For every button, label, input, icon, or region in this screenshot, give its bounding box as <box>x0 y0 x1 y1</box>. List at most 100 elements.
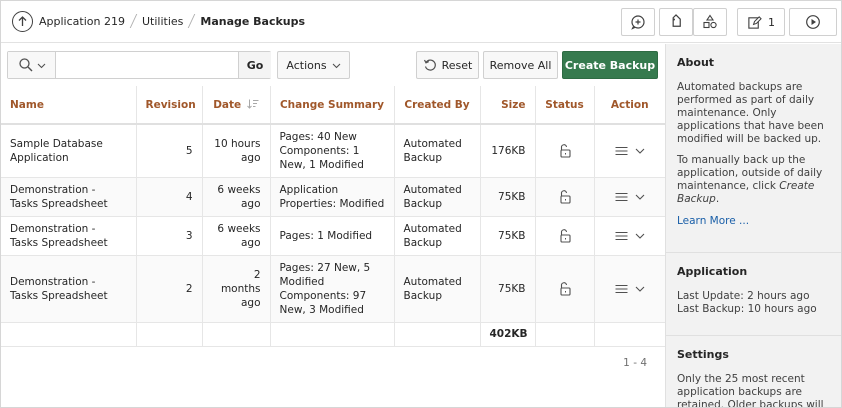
cell-name: Demonstration - Tasks Spreadsheet <box>1 255 137 323</box>
learn-more-link[interactable]: Learn More ... <box>677 215 749 227</box>
hamburger-menu-icon <box>615 146 628 155</box>
edit-count: 1 <box>768 15 775 29</box>
actions-menu-button[interactable]: Actions <box>277 51 350 79</box>
backups-report: Name Revision Date Change Summary Create… <box>1 86 665 407</box>
cell-status <box>535 216 595 256</box>
play-icon <box>806 15 820 29</box>
chevron-down-icon <box>635 148 645 154</box>
application-section: Application Last Update: 2 hours ago Las… <box>666 253 841 336</box>
col-header-date-label: Date <box>213 98 242 111</box>
cell-status <box>535 124 595 178</box>
cell-change-summary: Pages: 1 Modified <box>270 216 395 256</box>
cell-revision: 5 <box>136 124 203 178</box>
search-icon <box>19 58 33 72</box>
last-backup: Last Backup: 10 hours ago <box>677 303 817 315</box>
col-header-action: Action <box>594 86 665 125</box>
remove-all-button[interactable]: Remove All <box>483 51 558 79</box>
hamburger-menu-icon <box>615 192 628 201</box>
cell-revision: 4 <box>136 177 203 217</box>
cell-change-summary: Pages: 40 New Components: 1 New, 1 Modif… <box>270 124 395 178</box>
chevron-down-icon <box>635 194 645 200</box>
cell-status <box>535 255 595 323</box>
last-update: Last Update: 2 hours ago <box>677 290 810 302</box>
cell-size: 75KB <box>480 255 536 323</box>
cell-created-by: Automated Backup <box>394 255 481 323</box>
cell-created-by: Automated Backup <box>394 177 481 217</box>
create-backup-button[interactable]: Create Backup <box>562 51 658 79</box>
chevron-down-icon <box>332 63 340 68</box>
cell-revision: 2 <box>136 255 203 323</box>
col-header-change-summary[interactable]: Change Summary <box>270 86 395 125</box>
about-title: About <box>677 56 715 69</box>
unlocked-icon[interactable] <box>557 281 573 297</box>
search-bar: Go <box>7 51 271 79</box>
cell-name: Demonstration - Tasks Spreadsheet <box>1 216 137 256</box>
table-row: Demonstration - Tasks Spreadsheet 4 6 we… <box>1 177 665 217</box>
cell-action[interactable] <box>594 216 665 256</box>
reset-icon <box>423 59 436 71</box>
manage-backups-page: Application 219 Utilities Manage Backups <box>0 0 842 408</box>
total-size: 402KB <box>480 322 536 347</box>
col-header-size[interactable]: Size <box>480 86 536 125</box>
table-header-row: Name Revision Date Change Summary Create… <box>1 86 665 125</box>
breadcrumb-app[interactable]: Application 219 <box>39 15 125 28</box>
cell-action[interactable] <box>594 255 665 323</box>
settings-section: Settings Only the 25 most recent applica… <box>666 336 841 408</box>
comment-button[interactable] <box>621 8 655 36</box>
edit-page-button[interactable]: 1 <box>737 8 785 36</box>
hamburger-menu-icon <box>615 231 628 240</box>
table-row: Demonstration - Tasks Spreadsheet 2 2 mo… <box>1 255 665 323</box>
col-header-status[interactable]: Status <box>535 86 595 125</box>
page-title: Manage Backups <box>200 15 306 28</box>
col-header-date[interactable]: Date <box>202 86 271 125</box>
breadcrumb-utilities[interactable]: Utilities <box>142 15 183 28</box>
go-button[interactable]: Go <box>238 52 271 78</box>
reset-label: Reset <box>441 58 473 72</box>
search-input[interactable] <box>57 52 238 78</box>
cell-size: 75KB <box>480 216 536 256</box>
settings-title: Settings <box>677 348 729 361</box>
cell-date: 6 weeks ago <box>202 216 271 256</box>
top-bar: Application 219 Utilities Manage Backups <box>1 1 841 43</box>
table-row: Sample Database Application 5 10 hours a… <box>1 124 665 178</box>
chevron-down-icon <box>635 233 645 239</box>
about-section: About Automated backups are performed as… <box>666 44 841 253</box>
reset-button[interactable]: Reset <box>416 51 479 79</box>
cell-created-by: Automated Backup <box>394 216 481 256</box>
unlocked-icon[interactable] <box>557 189 573 205</box>
actions-label: Actions <box>286 58 327 72</box>
side-panel: About Automated backups are performed as… <box>665 44 841 408</box>
cell-change-summary: Pages: 27 New, 5 Modified Components: 97… <box>270 255 395 323</box>
cell-status <box>535 177 595 217</box>
team-dev-button[interactable] <box>659 8 693 36</box>
application-title: Application <box>677 265 748 278</box>
cell-created-by: Automated Backup <box>394 124 481 178</box>
cell-size: 75KB <box>480 177 536 217</box>
cell-change-summary: Application Properties: Modified <box>270 177 395 217</box>
col-header-name[interactable]: Name <box>1 86 137 125</box>
cell-date: 10 hours ago <box>202 124 271 178</box>
settings-text: Only the 25 most recent application back… <box>677 373 824 408</box>
app-home-icon[interactable] <box>12 11 33 32</box>
cell-revision: 3 <box>136 216 203 256</box>
chevron-down-icon <box>635 286 645 292</box>
cell-size: 176KB <box>480 124 536 178</box>
cell-action[interactable] <box>594 124 665 178</box>
unlocked-icon[interactable] <box>557 228 573 244</box>
shapes-icon <box>703 14 717 29</box>
search-column-selector[interactable] <box>8 52 56 78</box>
cell-name: Sample Database Application <box>1 124 137 178</box>
col-header-revision[interactable]: Revision <box>136 86 203 125</box>
hamburger-menu-icon <box>615 284 628 293</box>
run-page-button[interactable] <box>789 8 837 36</box>
shared-components-button[interactable] <box>693 8 727 36</box>
report-toolbar: Go Actions Reset Remove All Create Backu… <box>1 44 665 86</box>
about-text-2: To manually back up the application, out… <box>677 154 823 205</box>
cell-action[interactable] <box>594 177 665 217</box>
comment-add-icon <box>631 15 645 30</box>
breadcrumb: Application 219 Utilities Manage Backups <box>39 14 305 28</box>
col-header-created-by[interactable]: Created By <box>394 86 481 125</box>
unlocked-icon[interactable] <box>557 143 573 159</box>
tag-icon <box>672 14 681 27</box>
cell-date: 6 weeks ago <box>202 177 271 217</box>
